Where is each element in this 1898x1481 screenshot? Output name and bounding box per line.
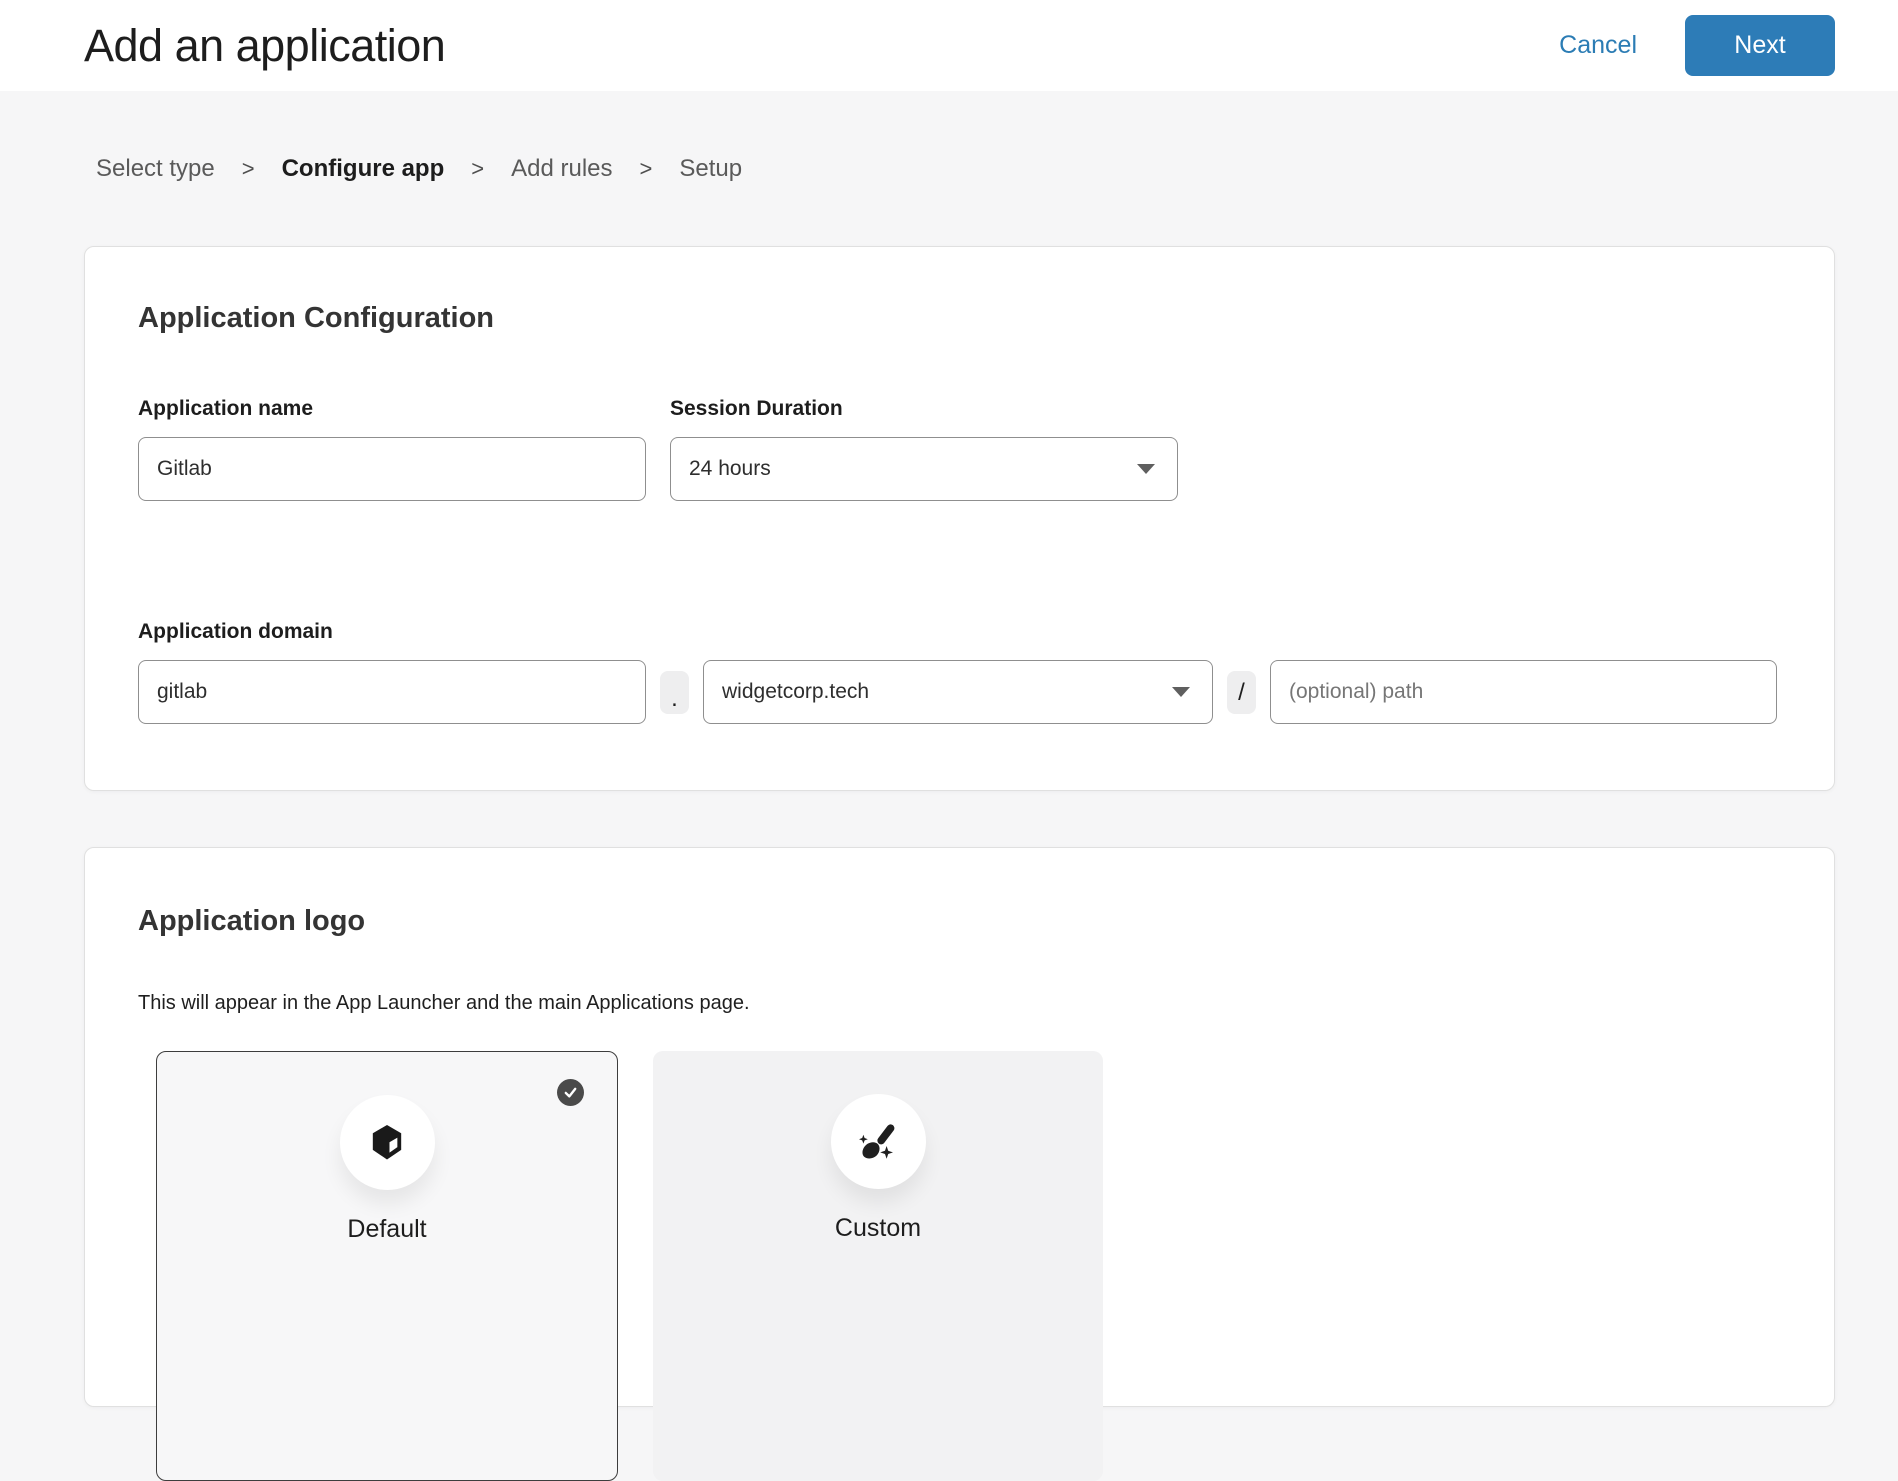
application-configuration-heading: Application Configuration [138, 301, 1781, 336]
next-button[interactable]: Next [1685, 15, 1835, 76]
application-domain-section: Application domain . widgetcorp.tech / [138, 619, 1781, 724]
dot-separator: . [660, 671, 689, 714]
breadcrumb-separator: > [242, 156, 255, 182]
chevron-down-icon [1137, 464, 1155, 474]
breadcrumb-separator: > [471, 156, 484, 182]
application-logo-description: This will appear in the App Launcher and… [138, 991, 1781, 1015]
cancel-button[interactable]: Cancel [1559, 31, 1637, 60]
application-logo-heading: Application logo [138, 904, 1781, 939]
page-header: Add an application Cancel Next [0, 0, 1898, 91]
domain-select-value: widgetcorp.tech [722, 680, 1172, 704]
paintbrush-icon [854, 1118, 902, 1166]
breadcrumb-step-configure-app[interactable]: Configure app [282, 155, 445, 183]
logo-option-default[interactable]: Default [156, 1051, 618, 1481]
session-duration-value: 24 hours [689, 457, 1137, 481]
cube-icon [364, 1120, 410, 1166]
breadcrumb-step-select-type[interactable]: Select type [96, 155, 215, 183]
page-title: Add an application [84, 20, 445, 72]
breadcrumb: Select type > Configure app > Add rules … [96, 155, 1898, 183]
session-duration-label: Session Duration [670, 396, 1178, 421]
chevron-down-icon [1172, 687, 1190, 697]
domain-select[interactable]: widgetcorp.tech [703, 660, 1213, 724]
application-domain-row: . widgetcorp.tech / [138, 660, 1781, 724]
session-duration-select[interactable]: 24 hours [670, 437, 1178, 501]
application-name-label: Application name [138, 396, 646, 421]
session-duration-field-group: Session Duration 24 hours [670, 396, 1178, 501]
path-input[interactable] [1270, 660, 1777, 724]
slash-separator: / [1227, 671, 1256, 714]
breadcrumb-separator: > [640, 156, 653, 182]
breadcrumb-step-setup[interactable]: Setup [679, 155, 742, 183]
subdomain-input[interactable] [138, 660, 646, 724]
application-logo-card: Application logo This will appear in the… [84, 847, 1835, 1407]
selected-check-badge [557, 1079, 584, 1106]
custom-tile-label: Custom [835, 1214, 921, 1243]
default-logo-circle [340, 1095, 435, 1190]
breadcrumb-step-add-rules[interactable]: Add rules [511, 155, 612, 183]
name-session-row: Application name Session Duration 24 hou… [138, 396, 1781, 501]
dot-separator-text: . [671, 685, 678, 713]
logo-option-custom[interactable]: Custom [653, 1051, 1103, 1481]
application-configuration-card: Application Configuration Application na… [84, 246, 1835, 791]
custom-logo-circle [831, 1094, 926, 1189]
application-name-field-group: Application name [138, 396, 646, 501]
application-name-input[interactable] [138, 437, 646, 501]
default-tile-label: Default [347, 1215, 426, 1244]
logo-option-tiles: Default Custom [156, 1051, 1781, 1481]
slash-separator-text: / [1238, 679, 1245, 707]
check-icon [563, 1085, 578, 1100]
application-domain-label: Application domain [138, 619, 1781, 644]
